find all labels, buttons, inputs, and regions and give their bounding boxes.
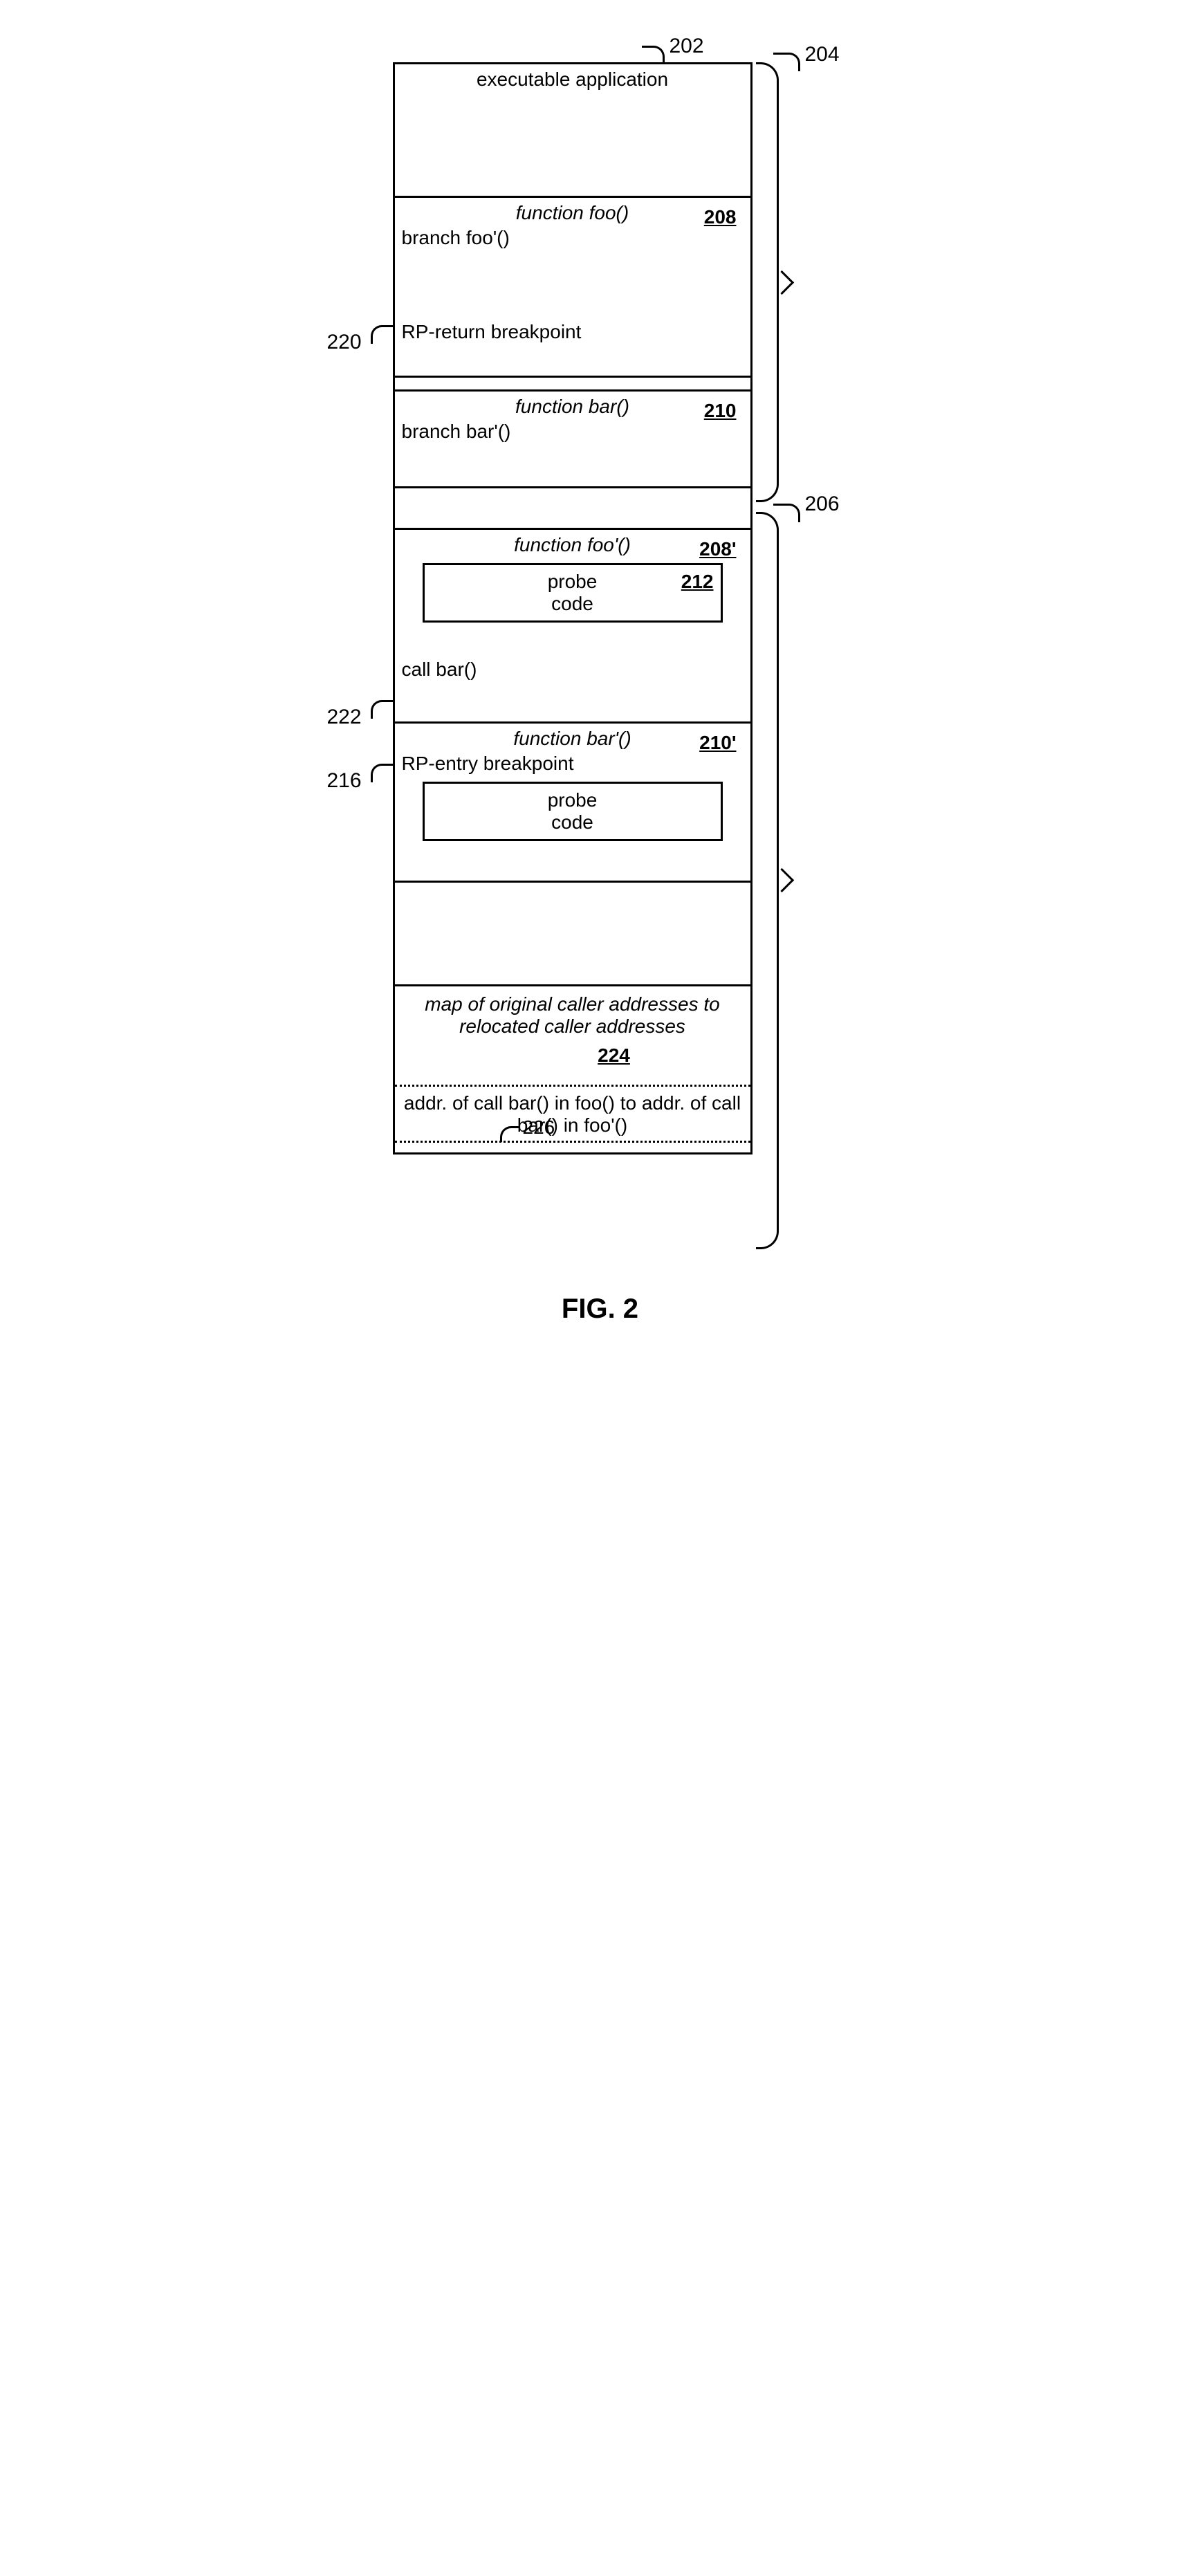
fooP-title: function foo'() xyxy=(514,534,631,555)
probe-box-bar: probe code xyxy=(423,782,723,841)
label-206: 206 xyxy=(805,493,840,516)
block-bar: function bar() 210 branch bar'() xyxy=(395,389,750,486)
label-204: 204 xyxy=(805,43,840,66)
bar-branch: branch bar'() xyxy=(402,421,744,443)
fooP-call-bar: call bar() xyxy=(402,659,744,681)
hook-220 xyxy=(371,325,394,344)
map-entry-text: addr. of call bar() in foo() to addr. of… xyxy=(402,1087,744,1141)
barP-title: function bar'() xyxy=(513,728,631,749)
ref-barP: 210' xyxy=(699,732,736,754)
hook-222 xyxy=(371,700,394,719)
gap-1 xyxy=(395,376,750,389)
memory-column: executable application function foo() 20… xyxy=(393,62,753,1154)
map-title: map of original caller addresses to relo… xyxy=(425,993,719,1037)
ref-probe: 212 xyxy=(681,571,714,593)
block-app: executable application xyxy=(395,64,750,196)
gap-2 xyxy=(395,486,750,528)
label-220: 220 xyxy=(327,331,362,354)
block-foo-prime: function foo'() 208' probe code 212 call… xyxy=(395,528,750,721)
hook-206 xyxy=(773,504,800,522)
probe-box-foo: probe code 212 xyxy=(423,563,723,623)
label-222: 222 xyxy=(327,706,362,729)
gap-3 xyxy=(395,881,750,984)
probe-label-2: probe code xyxy=(548,789,598,833)
ref-map: 224 xyxy=(598,1045,630,1067)
hook-216 xyxy=(371,764,394,782)
hook-204 xyxy=(773,53,800,71)
foo-rp-return: RP-return breakpoint xyxy=(402,321,744,343)
ref-bar: 210 xyxy=(704,400,737,422)
bar-title: function bar() xyxy=(515,396,629,417)
ref-fooP: 208' xyxy=(699,538,736,560)
hook-202 xyxy=(642,46,665,64)
foo-branch: branch foo'() xyxy=(402,227,744,249)
block-map: map of original caller addresses to relo… xyxy=(395,984,750,1152)
label-202: 202 xyxy=(670,35,704,58)
block-bar-prime: function bar'() 210' RP-entry breakpoint… xyxy=(395,721,750,881)
foo-title: function foo() xyxy=(516,202,629,223)
label-216: 216 xyxy=(327,769,362,793)
block-foo: function foo() 208 branch foo'() RP-retu… xyxy=(395,196,750,376)
figure-caption: FIG. 2 xyxy=(289,1294,912,1325)
probe-label-1: probe code xyxy=(548,571,598,614)
ref-foo: 208 xyxy=(704,206,737,228)
app-title: executable application xyxy=(402,68,744,91)
barP-rp-entry: RP-entry breakpoint xyxy=(402,753,744,775)
